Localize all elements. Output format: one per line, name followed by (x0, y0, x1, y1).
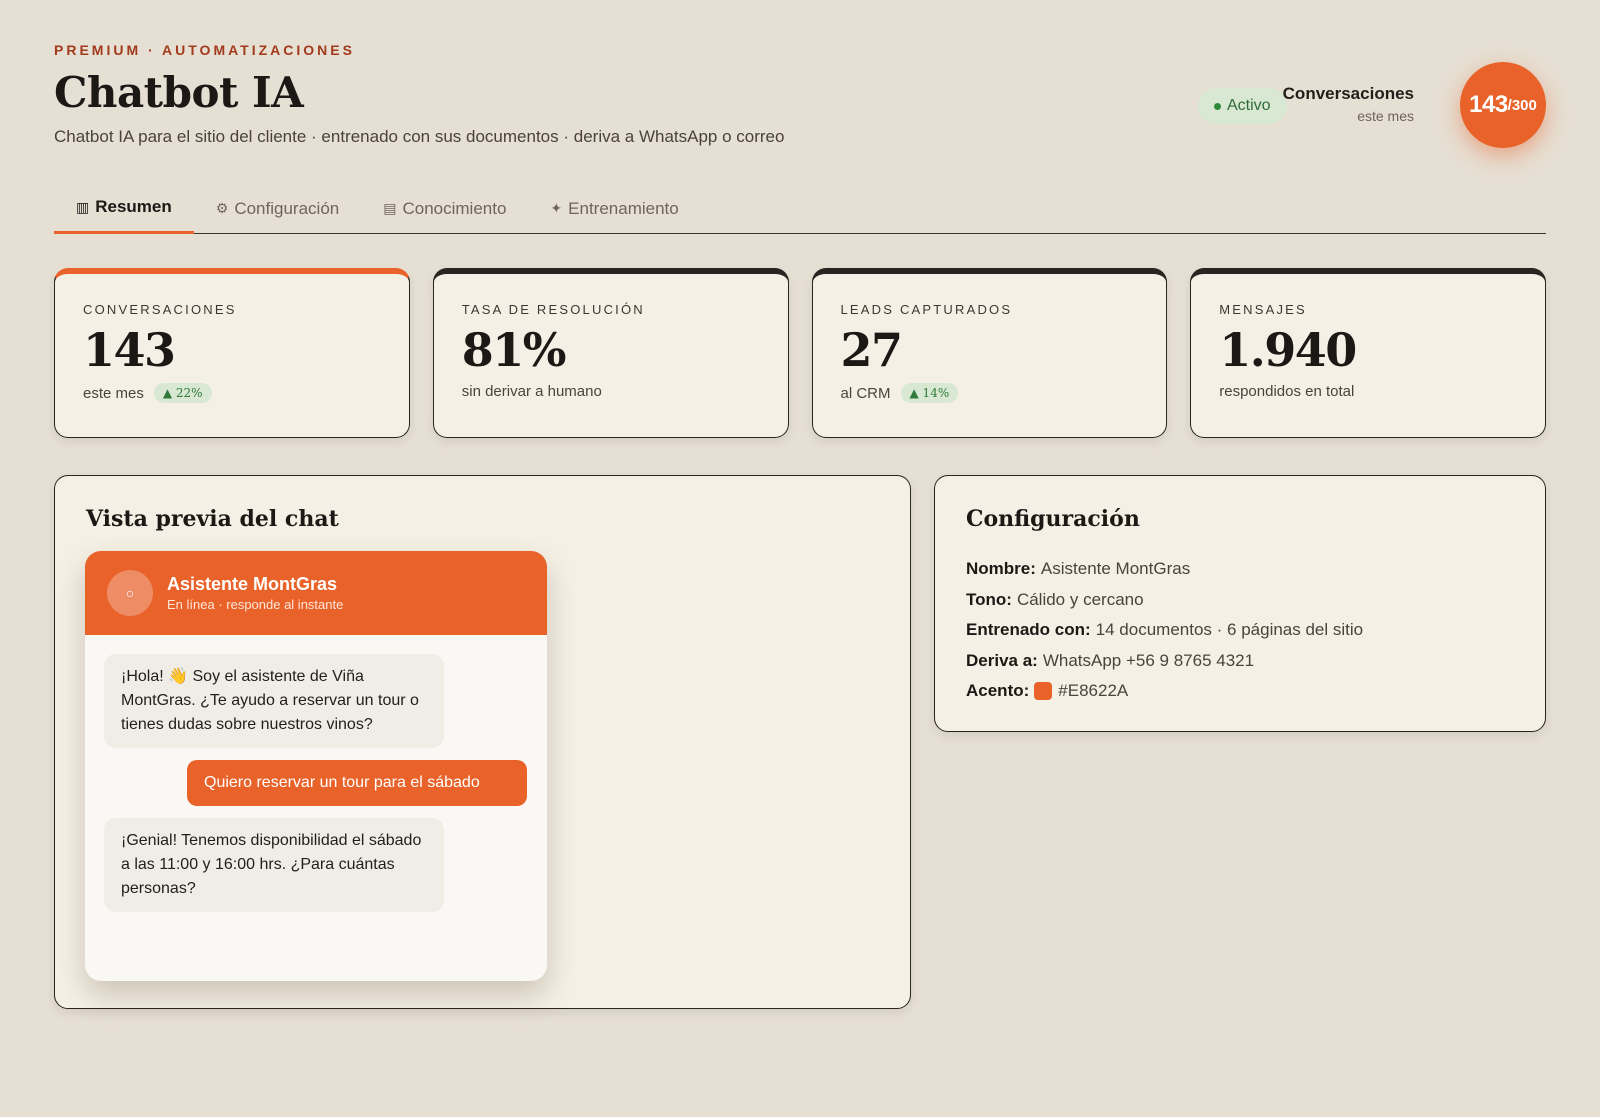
conversation-counter: 143/300 (1460, 62, 1546, 148)
stat-sub-row: este mes ▲ 22% (83, 383, 381, 403)
sparkle-icon: ✦ (550, 200, 563, 216)
config-row-entrenado: Entrenado con: 14 documentos · 6 páginas… (966, 615, 1363, 646)
tab-label: Conocimiento (402, 198, 507, 218)
config-list: Nombre: Asistente MontGras Tono: Cálido … (966, 554, 1363, 707)
tab-label: Entrenamiento (568, 198, 679, 218)
stat-card-leads: LEADS CAPTURADOS 27 al CRM ▲ 14% (811, 268, 1168, 438)
stat-sub-row: al CRM ▲ 14% (841, 383, 1139, 403)
stat-label: MENSAJES (1219, 302, 1307, 317)
bot-status: En línea · responde al instante (167, 597, 344, 612)
stat-value: 143 (83, 323, 176, 377)
panel-title: Configuración (966, 506, 1140, 532)
bot-name: Asistente MontGras (167, 574, 338, 594)
delta-badge: ▲ 22% (153, 383, 212, 403)
stats-row: CONVERSACIONES 143 este mes ▲ 22% TASA D… (54, 268, 1546, 438)
user-message: Quiero reservar un tour para el sábado (187, 760, 527, 806)
config-key: Entrenado con: (966, 620, 1091, 640)
tab-bar: ▥ Resumen ⚙ Configuración ▤ Conocimiento… (54, 183, 1546, 234)
conversation-counter-label: Conversaciones este mes (1234, 84, 1414, 124)
tab-configuracion[interactable]: ⚙ Configuración (194, 183, 361, 234)
page-subtitle: Chatbot IA para el sitio del cliente · e… (54, 127, 785, 146)
stat-value: 81% (461, 323, 567, 377)
tab-label: Configuración (234, 198, 340, 218)
page-title: Chatbot IA (54, 68, 304, 117)
message-list: ¡Hola! 👋 Soy el asistente de Viña MontGr… (85, 635, 547, 912)
bot-message: ¡Genial! Tenemos disponibilidad el sábad… (104, 818, 444, 912)
columns-icon: ▥ (76, 198, 90, 215)
counter-total: /300 (1507, 96, 1537, 114)
config-key: Acento: (966, 681, 1030, 701)
config-value: Cálido y cercano (1016, 589, 1144, 609)
chat-widget: ○ Asistente MontGras En línea · responde… (85, 551, 547, 981)
status-dot-icon (1214, 102, 1221, 110)
counter-value: 143 (1469, 91, 1508, 118)
stat-label: CONVERSACIONES (83, 302, 237, 317)
delta-badge: ▲ 14% (900, 383, 959, 403)
gear-icon: ⚙ (215, 200, 229, 216)
stat-card-conversaciones: CONVERSACIONES 143 este mes ▲ 22% (54, 268, 410, 438)
tab-resumen[interactable]: ▥ Resumen (54, 183, 194, 234)
config-row-acento: Acento: #E8622A (966, 676, 1363, 707)
stat-value: 27 (840, 323, 904, 377)
stat-sub: este mes (83, 384, 144, 402)
config-key: Nombre: (966, 559, 1036, 579)
stat-sub-row: respondidos en total (1219, 383, 1517, 400)
panel-title: Vista previa del chat (86, 506, 339, 532)
document-icon: ▤ (383, 200, 397, 216)
tab-label: Resumen (95, 197, 172, 216)
stat-value: 1.940 (1219, 323, 1357, 377)
chat-preview-panel: Vista previa del chat ○ Asistente MontGr… (54, 475, 911, 1009)
stat-card-tasa-resolucion: TASA DE RESOLUCIÓN 81% sin derivar a hum… (432, 268, 789, 438)
config-row-tono: Tono: Cálido y cercano (966, 585, 1363, 616)
stat-card-mensajes: MENSAJES 1.940 respondidos en total (1190, 268, 1546, 438)
config-key: Tono: (966, 589, 1012, 609)
accent-swatch (1034, 682, 1053, 701)
stat-sub: al CRM (840, 384, 891, 402)
counter-label: Conversaciones (1282, 84, 1414, 103)
counter-sub: este mes (1357, 108, 1414, 124)
config-value: Asistente MontGras (1040, 559, 1191, 579)
stat-sub: respondidos en total (1219, 383, 1355, 400)
bot-avatar-icon: ○ (107, 570, 153, 616)
tab-entrenamiento[interactable]: ✦ Entrenamiento (528, 183, 700, 234)
section-eyebrow: PREMIUM · AUTOMATIZACIONES (54, 42, 355, 58)
config-value: #E8622A (1058, 681, 1129, 701)
chat-header-text: Asistente MontGras En línea · responde a… (167, 574, 343, 612)
chat-header: ○ Asistente MontGras En línea · responde… (85, 551, 547, 635)
config-value: WhatsApp +56 9 8765 4321 (1042, 650, 1255, 670)
config-panel: Configuración Nombre: Asistente MontGras… (934, 475, 1546, 732)
tab-conocimiento[interactable]: ▤ Conocimiento (361, 183, 528, 234)
config-row-nombre: Nombre: Asistente MontGras (966, 554, 1363, 585)
bot-message: ¡Hola! 👋 Soy el asistente de Viña MontGr… (104, 654, 444, 748)
config-key: Deriva a: (966, 650, 1038, 670)
stat-sub-row: sin derivar a humano (462, 383, 760, 400)
config-row-deriva: Deriva a: WhatsApp +56 9 8765 4321 (966, 646, 1363, 677)
stat-label: TASA DE RESOLUCIÓN (461, 302, 645, 317)
stat-sub: sin derivar a humano (461, 383, 602, 400)
stat-label: LEADS CAPTURADOS (840, 302, 1013, 317)
config-value: 14 documentos · 6 páginas del sitio (1095, 620, 1364, 640)
